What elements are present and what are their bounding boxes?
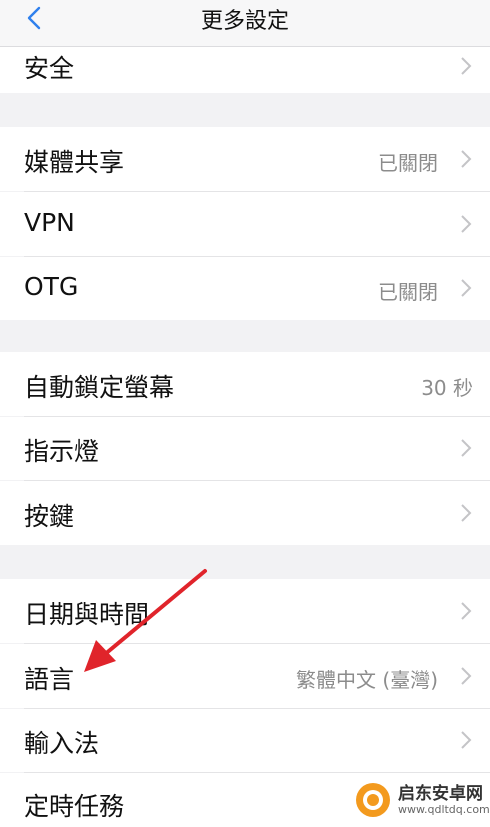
settings-item-value: 已關閉 <box>378 151 438 175</box>
settings-item-value: 30 秒 <box>421 376 473 400</box>
chevron-right-icon <box>461 279 472 297</box>
navigation-bar: 更多設定 <box>0 0 490 47</box>
settings-item-input-method[interactable]: 輸入法 <box>0 709 490 772</box>
settings-item-label: VPN <box>24 208 75 237</box>
settings-item-media-sharing[interactable]: 媒體共享 已關閉 <box>0 127 490 191</box>
watermark-logo-icon <box>356 783 390 817</box>
settings-item-label: 安全 <box>24 54 75 83</box>
settings-item-indicator-light[interactable]: 指示燈 <box>0 417 490 480</box>
chevron-right-icon <box>461 504 472 522</box>
settings-item-auto-lock[interactable]: 自動鎖定螢幕 30 秒 <box>0 352 490 416</box>
settings-item-label: 自動鎖定螢幕 <box>24 373 175 402</box>
watermark-url: www.qdltdq.com <box>398 803 490 816</box>
page-title: 更多設定 <box>200 9 289 34</box>
chevron-right-icon <box>461 602 472 620</box>
settings-item-security[interactable]: 安全 <box>0 47 490 93</box>
settings-item-value: 已關閉 <box>378 280 438 304</box>
watermark-name: 启东安卓网 <box>398 784 483 804</box>
chevron-right-icon <box>461 731 472 749</box>
chevron-right-icon <box>461 667 472 685</box>
settings-item-otg[interactable]: OTG 已關閉 <box>0 257 490 320</box>
chevron-right-icon <box>461 150 472 168</box>
settings-item-label: 輸入法 <box>24 729 100 758</box>
watermark: 启东安卓网 www.qdltdq.com <box>354 777 490 823</box>
settings-item-value: 繁體中文 (臺灣) <box>296 668 438 692</box>
settings-item-label: 日期與時間 <box>24 600 150 629</box>
chevron-right-icon <box>461 57 472 75</box>
settings-item-label: 媒體共享 <box>24 148 125 177</box>
settings-item-label: 指示燈 <box>24 437 100 466</box>
settings-item-label: OTG <box>24 272 79 301</box>
settings-item-vpn[interactable]: VPN <box>0 192 490 256</box>
settings-item-date-time[interactable]: 日期與時間 <box>0 579 490 643</box>
settings-item-language[interactable]: 語言 繁體中文 (臺灣) <box>0 644 490 708</box>
settings-item-label: 按鍵 <box>24 502 75 531</box>
chevron-right-icon <box>461 215 472 233</box>
chevron-right-icon <box>461 439 472 457</box>
settings-item-keys[interactable]: 按鍵 <box>0 481 490 545</box>
settings-item-label: 語言 <box>24 665 75 694</box>
settings-item-label: 定時任務 <box>24 792 125 821</box>
